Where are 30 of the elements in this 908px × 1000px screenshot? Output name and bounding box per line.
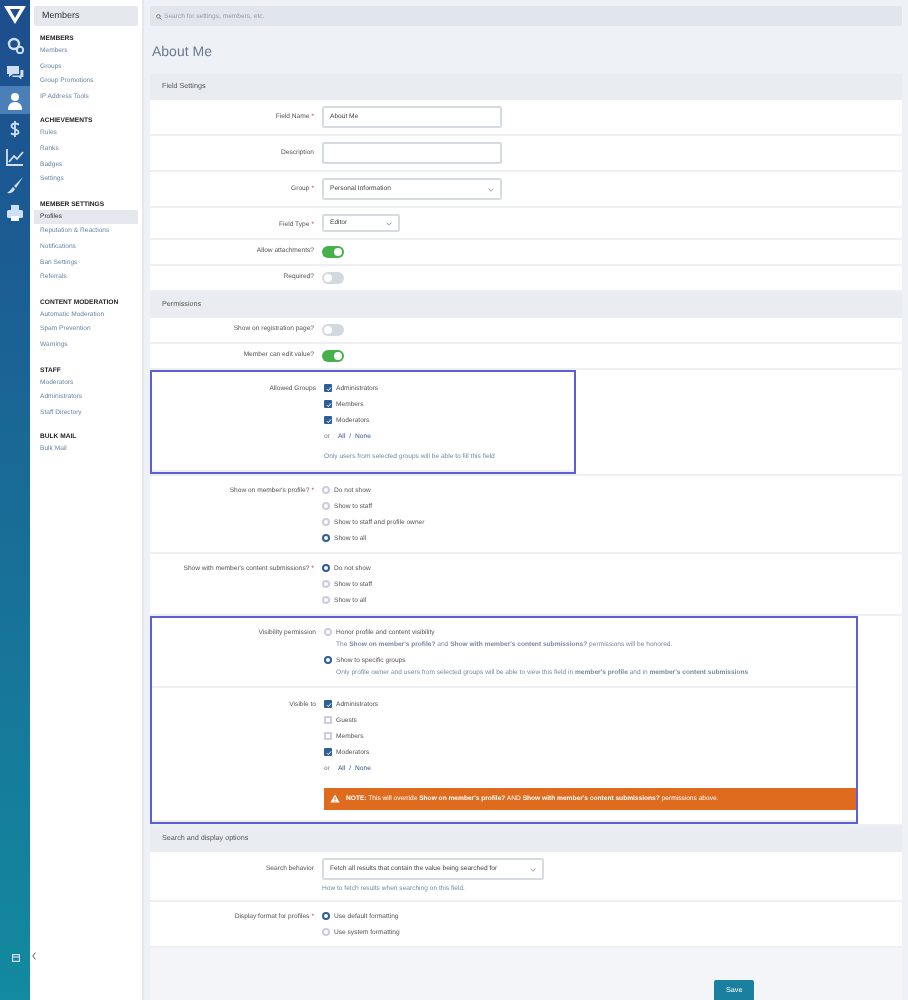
chart-icon — [6, 147, 24, 165]
chat-icon — [6, 63, 24, 81]
person-icon — [6, 91, 24, 109]
toggle-switch[interactable] — [322, 246, 344, 258]
radio-button[interactable] — [322, 580, 330, 588]
radio-button[interactable] — [322, 486, 330, 494]
search-icon — [156, 13, 162, 19]
radio-button[interactable] — [322, 596, 330, 604]
logo-icon — [4, 6, 26, 24]
radio-button[interactable] — [322, 502, 330, 510]
toggle-switch[interactable] — [322, 324, 344, 336]
radio-button[interactable] — [322, 518, 330, 526]
checkbox[interactable] — [324, 732, 332, 740]
radio-button[interactable] — [322, 564, 330, 572]
brush-icon — [6, 175, 24, 193]
printer-icon — [6, 203, 24, 221]
radio-button[interactable] — [324, 628, 332, 636]
warning-icon — [330, 794, 340, 804]
input-field[interactable] — [322, 142, 502, 164]
checkbox[interactable] — [324, 716, 332, 724]
rail-button[interactable] — [0, 86, 30, 114]
collapse-button[interactable] — [30, 948, 38, 964]
toggle-switch[interactable] — [322, 272, 344, 284]
dollar-icon — [6, 119, 24, 137]
radio-button[interactable] — [322, 534, 330, 542]
radio-button[interactable] — [322, 928, 330, 936]
radio-button[interactable] — [322, 912, 330, 920]
grid-icon — [11, 953, 19, 961]
radio-button[interactable] — [324, 656, 332, 664]
toggle-switch[interactable] — [322, 350, 344, 362]
